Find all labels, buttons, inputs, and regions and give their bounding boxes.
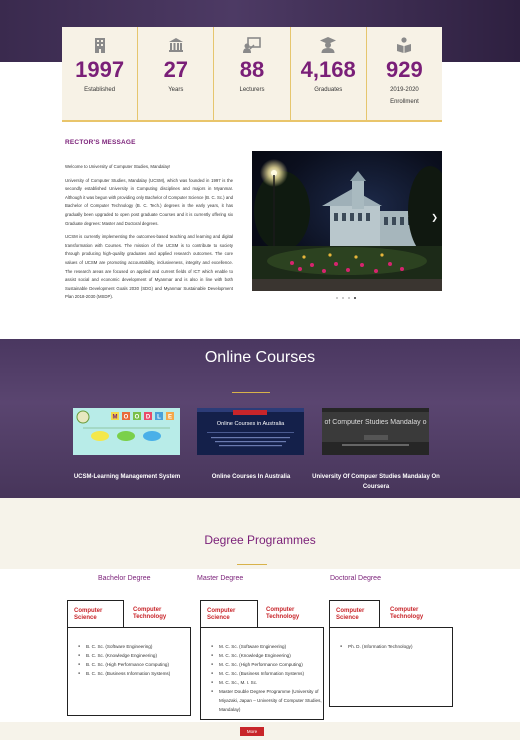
- tab-computer-science[interactable]: Computer Science: [200, 600, 258, 628]
- slider-dot[interactable]: [342, 297, 344, 299]
- svg-text:L: L: [157, 415, 161, 421]
- stat-lecturers: 88 Lecturers: [214, 27, 291, 120]
- building-icon: [62, 37, 137, 55]
- svg-text:E: E: [168, 415, 172, 421]
- course-link-coursera[interactable]: University Of Compuer Studies Mandalay O…: [312, 472, 440, 492]
- stat-established: 1997 Established: [62, 27, 139, 120]
- online-courses-title: Online Courses: [204, 349, 316, 366]
- institution-icon: [138, 37, 213, 55]
- doctoral-tabs: Computer Science Computer Technology: [329, 600, 453, 628]
- student-reading-icon: [367, 37, 442, 55]
- stat-label: Years: [168, 87, 184, 93]
- rector-message-body: Welcome to University of Computer Studie…: [65, 163, 233, 307]
- list-item: Ph. D. (Information Technology): [340, 642, 452, 651]
- list-item: M. C. Sc. (High Performance Computing): [211, 660, 323, 669]
- coursera-thumbnail: [322, 408, 429, 455]
- list-item: Master Double Degree Programme (Universi…: [211, 687, 323, 714]
- slider-dot-active[interactable]: [354, 297, 356, 299]
- australia-thumbnail: [197, 408, 304, 455]
- divider: [232, 392, 270, 393]
- lms-thumbnail: M O O D L E: [73, 408, 180, 455]
- tab-computer-science[interactable]: Computer Science: [67, 600, 124, 628]
- svg-text:O: O: [135, 415, 140, 421]
- course-thumb-coursera[interactable]: of Computer Studies Mandalay o: [322, 408, 429, 455]
- stat-value: 88: [239, 57, 265, 82]
- stat-value: 27: [163, 57, 189, 82]
- list-item: B. C. Sc. (Knowledge Engineering): [78, 651, 190, 660]
- stat-label-secondary: Enrollment: [390, 99, 419, 105]
- bachelor-programme-list: B. C. Sc. (Software Engineering) B. C. S…: [67, 627, 191, 716]
- tab-computer-technology[interactable]: Computer Technology: [384, 600, 446, 628]
- course-thumb-title: Online Courses in Australia: [216, 421, 285, 427]
- stat-enrollment: 929 2019-2020 Enrollment: [367, 27, 442, 120]
- stat-value: 4,168: [300, 57, 356, 82]
- campus-photo-slider[interactable]: ❯: [252, 151, 442, 291]
- list-item: M. C. Sc. (Knowledge Engineering): [211, 651, 323, 660]
- master-tabs: Computer Science Computer Technology: [200, 600, 324, 628]
- course-link-australia[interactable]: Online Courses In Australia: [192, 472, 310, 482]
- rector-paragraph: Welcome to University of Computer Studie…: [65, 164, 171, 169]
- tab-computer-technology[interactable]: Computer Technology: [260, 600, 322, 628]
- stat-label: Lecturers: [239, 87, 265, 93]
- rector-paragraph: University of Computer Studies, Mandalay…: [65, 177, 233, 226]
- more-button[interactable]: More: [240, 727, 264, 736]
- chevron-right-icon[interactable]: ❯: [431, 213, 438, 222]
- svg-text:D: D: [146, 415, 151, 421]
- list-item: M. C. Sc. (Business Information Systems): [211, 669, 323, 678]
- list-item: B. C. Sc. (High Performance Computing): [78, 660, 190, 669]
- bachelor-degree-heading: Bachelor Degree: [98, 575, 151, 582]
- list-item: M. C. Sc., M. I. Sc.: [211, 678, 323, 687]
- svg-text:O: O: [124, 415, 129, 421]
- stat-value: 1997: [75, 57, 125, 82]
- rector-paragraph: UCSM is currently implementing the outco…: [65, 234, 233, 300]
- campus-night-photo: [252, 159, 442, 291]
- course-thumb-lms[interactable]: M O O D L E: [73, 408, 180, 455]
- tab-computer-technology[interactable]: Computer Technology: [127, 600, 189, 628]
- doctoral-programme-list: Ph. D. (Information Technology): [329, 627, 453, 707]
- list-item: B. C. Sc. (Business Information Systems): [78, 669, 190, 678]
- stat-value: 929: [386, 57, 423, 82]
- divider: [237, 564, 267, 565]
- stat-label: Established: [84, 87, 116, 93]
- course-thumb-title: of Computer Studies Mandalay o: [324, 419, 427, 426]
- slider-dot[interactable]: [336, 297, 338, 299]
- stat-label: 2019-2020: [390, 87, 419, 93]
- svg-text:M: M: [113, 415, 118, 421]
- lecturer-icon: [214, 37, 289, 55]
- stat-graduates: 4,168 Graduates: [291, 27, 367, 120]
- stat-years: 27 Years: [138, 27, 215, 120]
- master-programme-list: M. C. Sc. (Software Engineering) M. C. S…: [200, 627, 324, 720]
- list-item: M. C. Sc. (Software Engineering): [211, 642, 323, 651]
- rector-message-title: RECTOR'S MESSAGE: [65, 139, 136, 146]
- doctoral-degree-heading: Doctoral Degree: [330, 575, 381, 582]
- stat-label: Graduates: [314, 87, 343, 93]
- course-link-lms[interactable]: UCSM-Learning Management System: [60, 472, 194, 482]
- degree-programmes-title: Degree Programmes: [204, 533, 316, 547]
- bachelor-tabs: Computer Science Computer Technology: [67, 600, 191, 628]
- slider-dot[interactable]: [348, 297, 350, 299]
- course-thumb-australia[interactable]: Online Courses in Australia: [197, 408, 304, 455]
- tab-computer-science[interactable]: Computer Science: [329, 600, 380, 628]
- slider-pagination[interactable]: [336, 297, 356, 299]
- graduate-icon: [291, 37, 366, 55]
- stats-bar: 1997 Established 27 Years 88 Lecturers 4…: [62, 27, 442, 122]
- list-item: B. C. Sc. (Software Engineering): [78, 642, 190, 651]
- master-degree-heading: Master Degree: [197, 575, 244, 582]
